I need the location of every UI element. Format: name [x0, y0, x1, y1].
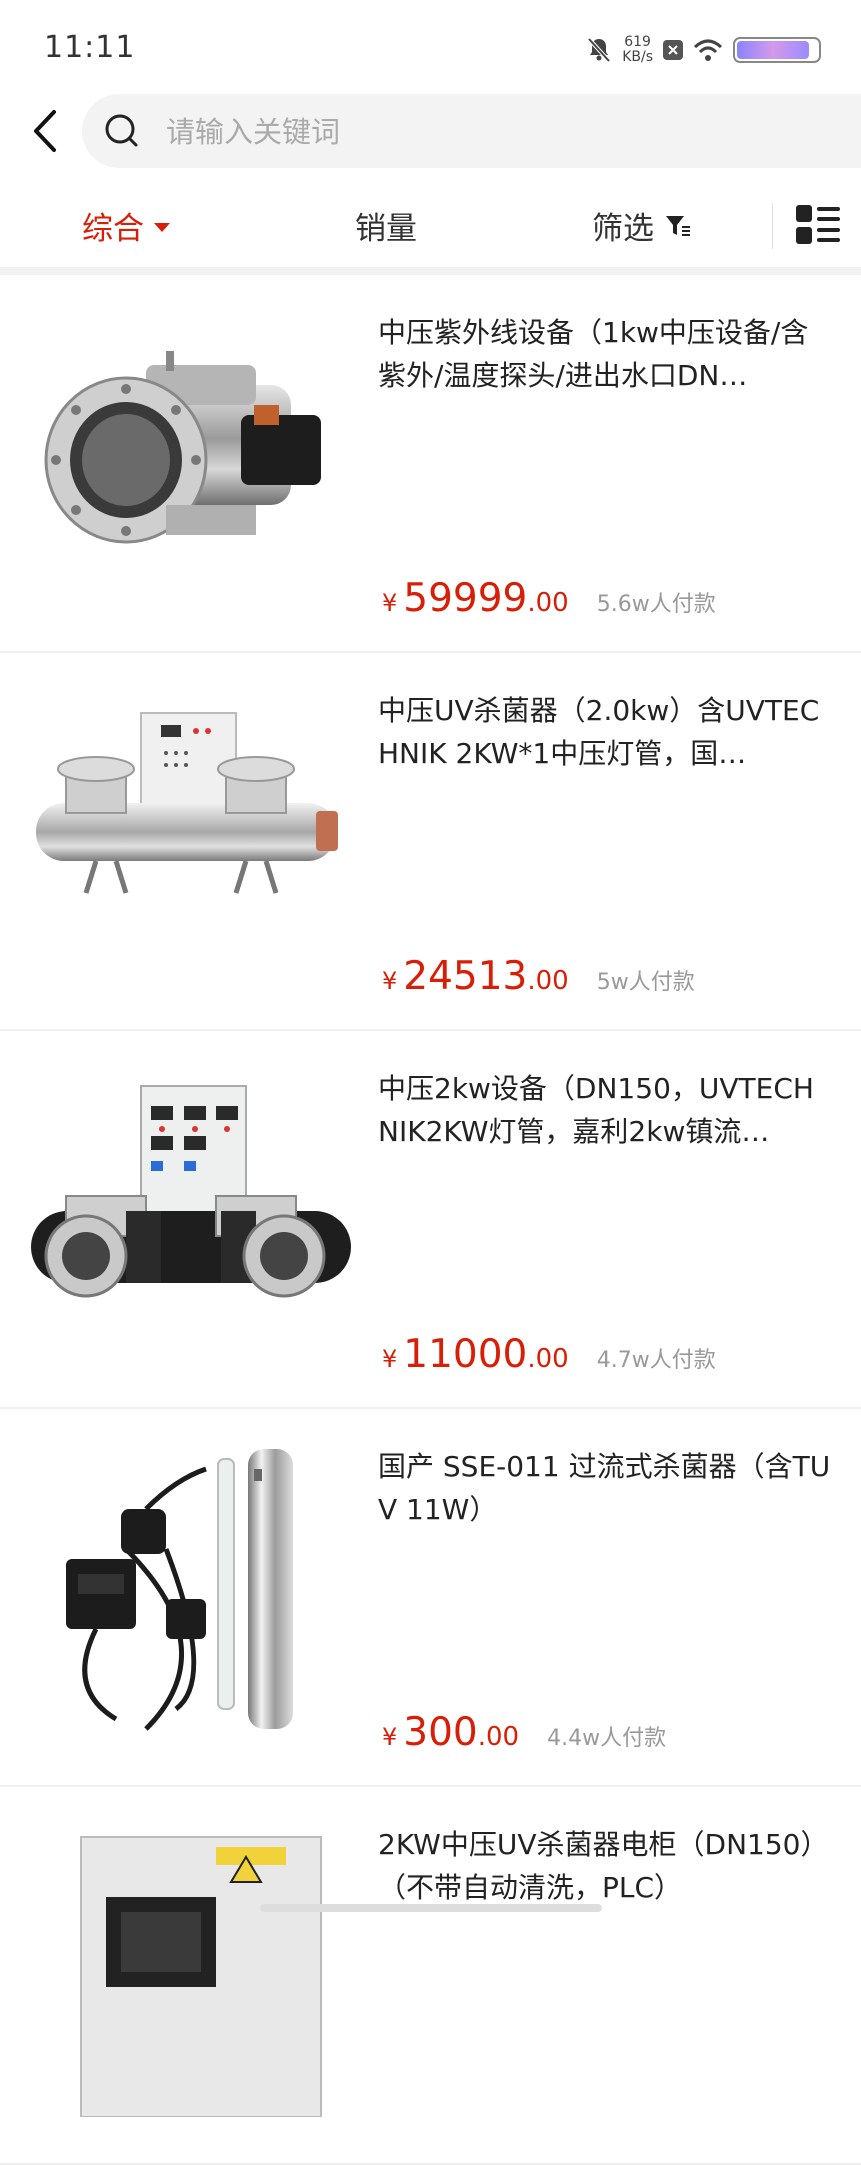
price-decimal: .00 [527, 1344, 569, 1374]
close-box-icon [663, 40, 683, 60]
battery-icon [733, 37, 821, 63]
product-image[interactable] [26, 1071, 356, 1361]
product-title[interactable]: 中压紫外线设备（1kw中压设备/含紫外/温度探头/进出水口DN… [378, 311, 833, 397]
price-row: ¥ 300 .00 4.4w人付款 [382, 1710, 666, 1755]
price-decimal: .00 [527, 588, 569, 618]
status-bar: 11:11 619 KB/s [0, 0, 861, 80]
product-card[interactable]: 2KW中压UV杀菌器电柜（DN150）（不带自动清洗，PLC） [0, 1787, 861, 2165]
product-title[interactable]: 中压UV杀菌器（2.0kw）含UVTECHNIK 2KW*1中压灯管，国… [378, 689, 833, 775]
search-bar[interactable] [82, 94, 861, 168]
currency-symbol: ¥ [382, 967, 398, 995]
product-image[interactable] [26, 1449, 356, 1739]
product-image[interactable] [26, 693, 356, 983]
product-title[interactable]: 中压2kw设备（DN150，UVTECHNIK2KW灯管，嘉利2kw镇流… [378, 1067, 833, 1153]
search-input[interactable] [164, 108, 768, 156]
sales-count: 4.7w人付款 [596, 1348, 716, 1373]
price-decimal: .00 [477, 1722, 520, 1752]
mute-bell-icon [587, 37, 611, 63]
search-icon [105, 114, 138, 147]
battery-level [737, 41, 809, 59]
caret-down-icon [154, 223, 170, 232]
product-card[interactable]: 国产 SSE-011 过流式杀菌器（含TUV 11W） ¥ 300 .00 4.… [0, 1409, 861, 1787]
net-speed-unit: KB/s [622, 49, 653, 65]
sales-count: 5w人付款 [596, 970, 695, 995]
price-decimal: .00 [527, 966, 569, 996]
price-row: ¥ 59999 .00 5.6w人付款 [382, 576, 716, 621]
wifi-icon [693, 39, 723, 61]
sort-divider [772, 203, 773, 249]
tab-sales-label: 销量 [355, 211, 417, 247]
list-layout-icon[interactable] [796, 203, 840, 247]
product-image[interactable] [26, 1827, 356, 2117]
product-title[interactable]: 国产 SSE-011 过流式杀菌器（含TUV 11W） [378, 1445, 833, 1531]
currency-symbol: ¥ [382, 1723, 398, 1751]
currency-symbol: ¥ [382, 589, 398, 617]
search-header [0, 80, 861, 185]
product-card[interactable]: 中压紫外线设备（1kw中压设备/含紫外/温度探头/进出水口DN… ¥ 59999… [0, 275, 861, 653]
sort-bar: 综合 销量 筛选 [0, 185, 861, 268]
price-row: ¥ 24513 .00 5w人付款 [382, 954, 695, 999]
product-card[interactable]: 中压UV杀菌器（2.0kw）含UVTECHNIK 2KW*1中压灯管，国… ¥ … [0, 653, 861, 1031]
tab-comprehensive-label: 综合 [82, 211, 144, 247]
sales-count: 5.6w人付款 [596, 592, 716, 617]
back-icon[interactable] [26, 106, 66, 156]
status-icons: 619 KB/s [586, 30, 821, 70]
price-integer: 11000 [403, 1332, 528, 1377]
product-image[interactable] [26, 315, 356, 605]
price-integer: 300 [403, 1710, 478, 1755]
separator [0, 267, 861, 275]
sales-count: 4.4w人付款 [547, 1726, 667, 1751]
tab-comprehensive[interactable]: 综合 [82, 203, 170, 248]
product-list: 中压紫外线设备（1kw中压设备/含紫外/温度探头/进出水口DN… ¥ 59999… [0, 275, 861, 2165]
status-time: 11:11 [44, 30, 136, 65]
home-indicator[interactable] [260, 1904, 602, 1912]
price-integer: 59999 [403, 576, 528, 621]
tab-sales[interactable]: 销量 [355, 203, 417, 248]
filter-icon [666, 215, 690, 236]
net-speed: 619 KB/s [622, 35, 653, 65]
product-card[interactable]: 中压2kw设备（DN150，UVTECHNIK2KW灯管，嘉利2kw镇流… ¥ … [0, 1031, 861, 1409]
price-row: ¥ 11000 .00 4.7w人付款 [382, 1332, 716, 1377]
tab-filter-label: 筛选 [592, 211, 654, 247]
product-title[interactable]: 2KW中压UV杀菌器电柜（DN150）（不带自动清洗，PLC） [378, 1823, 833, 1909]
tab-filter[interactable]: 筛选 [592, 203, 692, 248]
currency-symbol: ¥ [382, 1345, 398, 1373]
net-speed-value: 619 [624, 34, 651, 50]
price-integer: 24513 [403, 954, 528, 999]
